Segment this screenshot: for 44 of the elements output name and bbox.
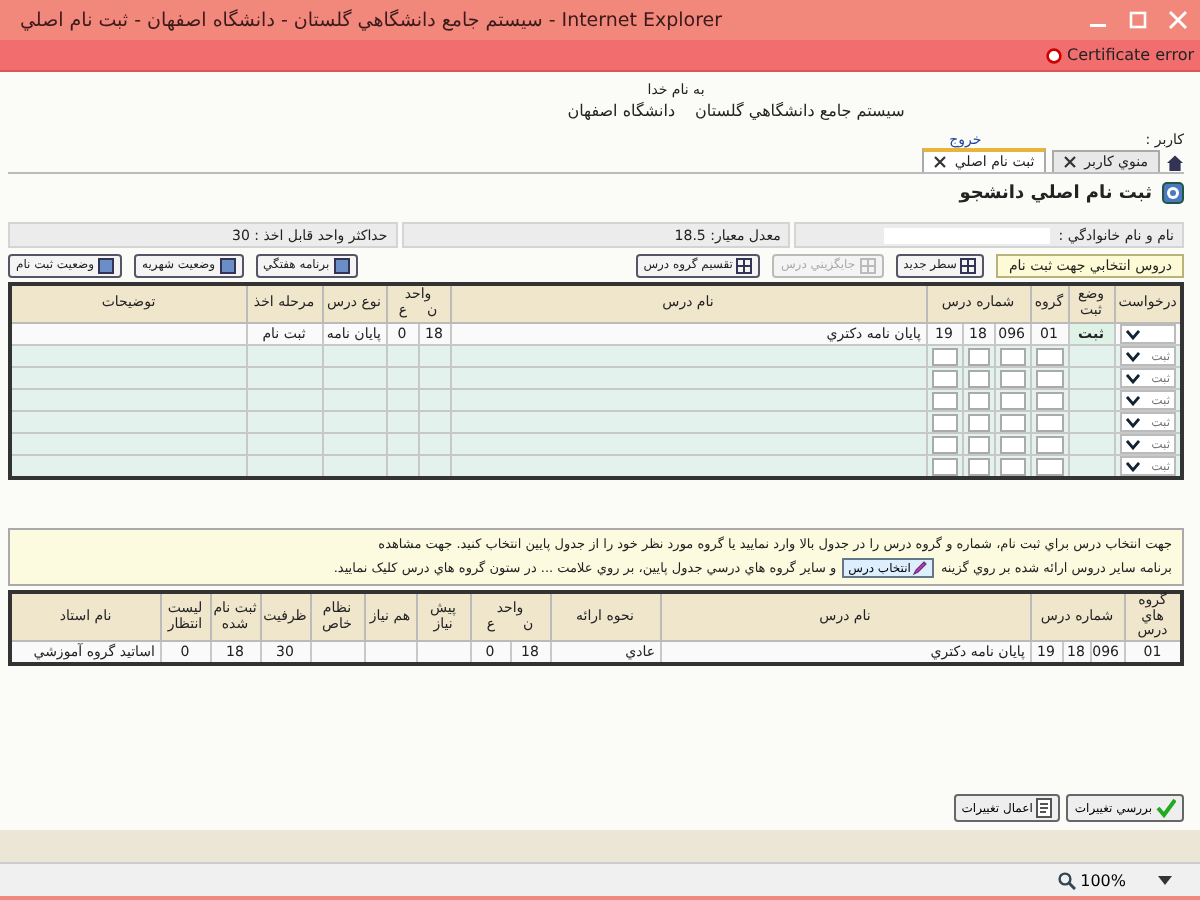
input-field[interactable] xyxy=(1035,369,1063,387)
input-field[interactable] xyxy=(967,369,989,387)
pencil-icon xyxy=(912,560,929,576)
request-dropdown[interactable] xyxy=(1119,324,1176,344)
page-title: ثبت نام اصلي دانشجو xyxy=(959,183,1152,203)
close-icon[interactable] xyxy=(1064,156,1077,168)
input-field[interactable] xyxy=(999,413,1025,431)
maximize-icon[interactable] xyxy=(1128,10,1148,30)
input-field[interactable] xyxy=(999,369,1025,387)
certificate-error-button[interactable]: Certificate error xyxy=(1045,46,1194,64)
dropdown-arrow-icon[interactable] xyxy=(1158,875,1172,885)
input-field[interactable] xyxy=(931,369,957,387)
grid-icon xyxy=(736,257,753,273)
magnifier-icon xyxy=(1058,871,1077,889)
close-icon[interactable] xyxy=(934,156,947,168)
input-field[interactable] xyxy=(1035,347,1063,365)
help-icon[interactable] xyxy=(1162,182,1184,204)
input-field[interactable] xyxy=(1035,457,1063,475)
input-field[interactable] xyxy=(1035,435,1063,453)
input-field[interactable] xyxy=(931,347,957,365)
input-field[interactable] xyxy=(967,457,989,475)
input-field[interactable] xyxy=(1035,413,1063,431)
zoom-button[interactable]: 100% xyxy=(1058,871,1126,889)
input-field[interactable] xyxy=(931,457,957,475)
system-name: سیستم جامع دانشگاهي گلستان xyxy=(695,102,905,120)
input-field[interactable] xyxy=(931,413,957,431)
input-field[interactable] xyxy=(931,435,957,453)
input-field[interactable] xyxy=(999,391,1025,409)
input-field[interactable] xyxy=(967,413,989,431)
input-field[interactable] xyxy=(967,347,989,365)
university-name: دانشگاه اصفهان xyxy=(567,102,676,120)
input-field[interactable] xyxy=(999,347,1025,365)
home-icon[interactable] xyxy=(1166,154,1184,172)
check-icon xyxy=(1156,798,1176,818)
input-field[interactable] xyxy=(967,435,989,453)
grid-icon xyxy=(859,257,876,273)
input-field[interactable] xyxy=(967,391,989,409)
window-title: سیستم جامع دانشگاهي گلستان - دانشگاه اصفهان - ثبت نام اصلي - Internet Explorer xyxy=(20,9,723,31)
input-field[interactable] xyxy=(931,391,957,409)
input-field[interactable] xyxy=(999,457,1025,475)
warning-icon xyxy=(1045,47,1062,63)
input-field[interactable] xyxy=(1035,391,1063,409)
input-field[interactable] xyxy=(999,435,1025,453)
grid-icon xyxy=(960,257,977,273)
